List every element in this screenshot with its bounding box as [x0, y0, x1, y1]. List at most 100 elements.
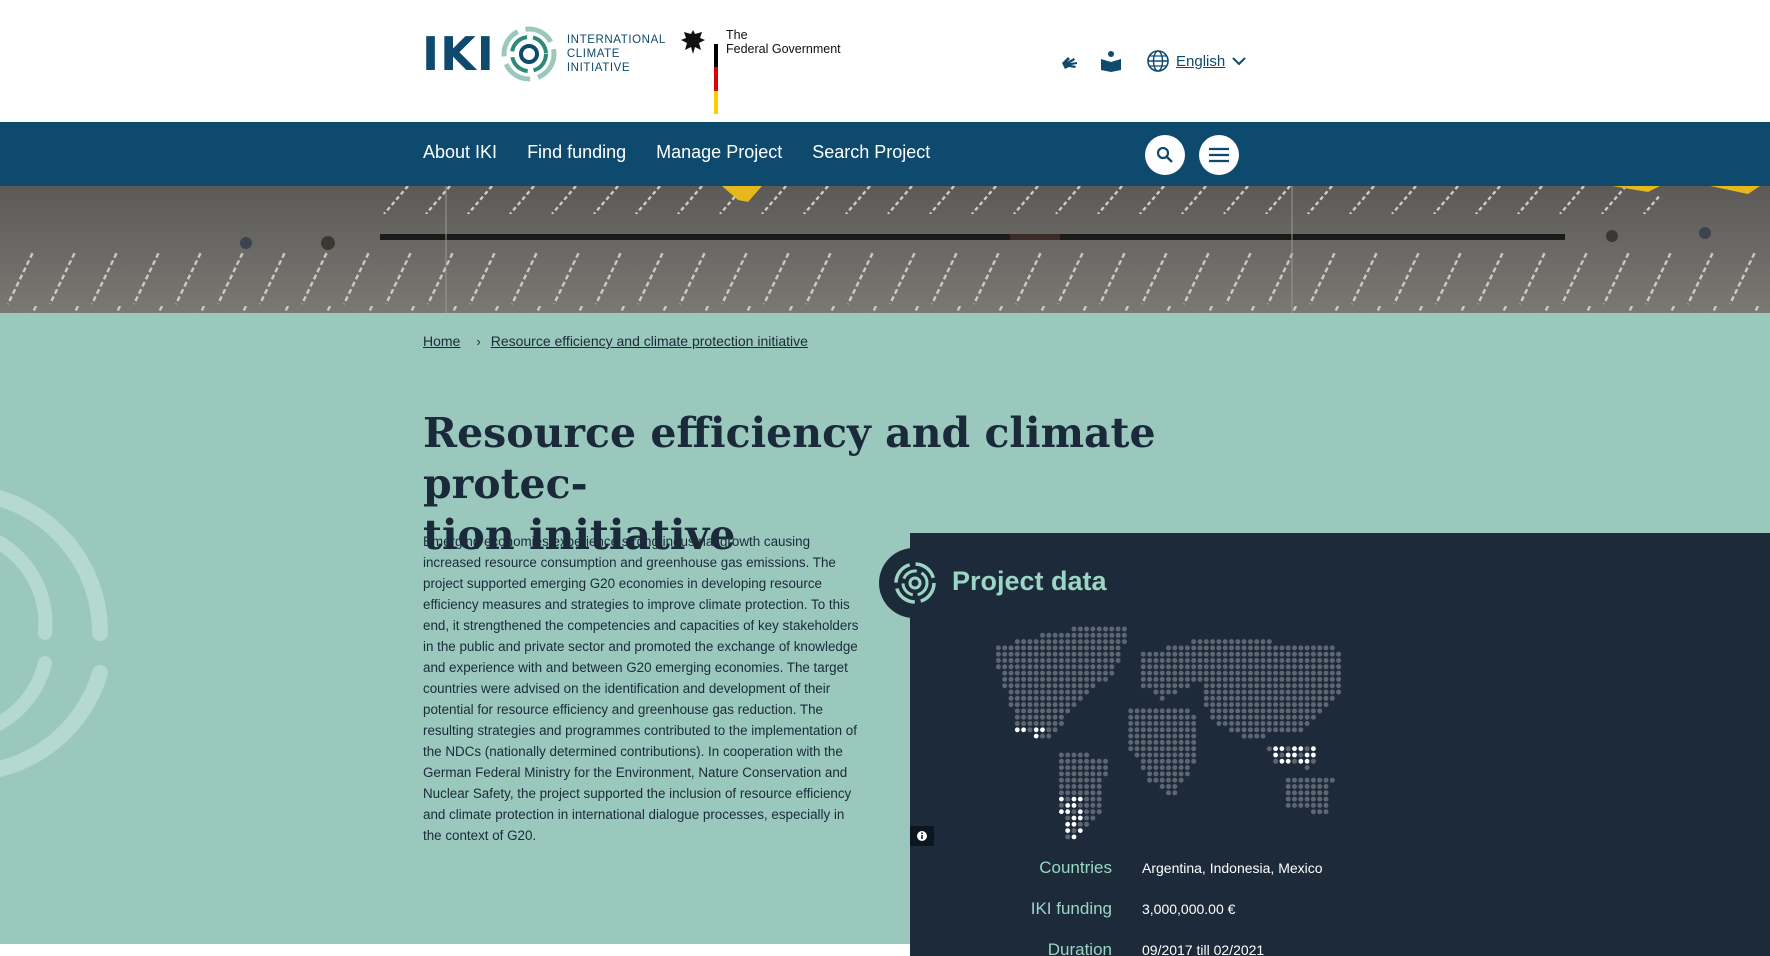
search-button[interactable]	[1145, 135, 1185, 175]
map-dot	[1191, 752, 1197, 758]
map-dot	[1077, 683, 1083, 689]
map-dot-highlight	[1077, 809, 1083, 815]
map-dot	[1071, 670, 1077, 676]
map-dot	[1323, 777, 1329, 783]
map-dot	[1058, 752, 1064, 758]
map-dot	[1058, 708, 1064, 714]
map-dot	[1140, 727, 1146, 733]
map-dot	[1008, 651, 1014, 657]
map-dot	[1128, 746, 1134, 752]
map-dot	[1140, 683, 1146, 689]
map-dot	[1323, 695, 1329, 701]
map-dot	[1071, 828, 1077, 834]
map-dot	[1159, 714, 1165, 720]
map-dot	[1046, 645, 1052, 651]
map-dot	[1241, 645, 1247, 651]
breadcrumb-home[interactable]: Home	[423, 333, 460, 349]
map-dot	[1222, 658, 1228, 663]
map-dot	[1235, 721, 1241, 726]
map-dot	[1197, 639, 1203, 645]
map-dot	[1310, 802, 1316, 808]
map-dot	[1292, 683, 1297, 689]
map-dot	[1298, 784, 1304, 789]
map-dot	[1058, 771, 1064, 777]
map-dot	[1153, 746, 1159, 752]
map-dot	[1273, 670, 1279, 676]
map-dot	[1235, 702, 1241, 708]
map-dot	[1184, 733, 1190, 739]
map-dot	[1147, 771, 1153, 777]
iki-logo[interactable]: IKI INTERNATIONAL CLIMATE INITIATIVE	[422, 26, 666, 82]
sign-language-icon[interactable]	[1058, 48, 1084, 74]
map-dot	[1096, 796, 1102, 802]
map-dot	[1065, 834, 1071, 840]
map-dot	[1134, 746, 1140, 752]
map-dot	[1254, 658, 1260, 663]
map-dot	[1166, 739, 1171, 745]
map-dot	[1241, 721, 1247, 726]
map-dot	[1058, 695, 1064, 701]
map-dot	[1260, 664, 1266, 670]
map-dot	[1172, 784, 1178, 789]
map-dot	[1266, 746, 1272, 752]
map-dot	[1159, 746, 1165, 752]
map-dot	[1298, 651, 1304, 657]
map-dot	[1317, 664, 1323, 670]
map-dot	[1084, 790, 1090, 796]
map-dot	[1235, 651, 1241, 657]
map-dot	[1304, 645, 1310, 651]
map-dot	[1096, 658, 1102, 663]
map-dot	[1065, 664, 1071, 670]
project-data-badge	[879, 548, 949, 618]
map-dot	[1317, 790, 1323, 796]
map-dot	[1184, 765, 1190, 771]
map-dot	[1040, 651, 1045, 657]
map-dot	[1247, 651, 1253, 657]
nav-item-find-funding[interactable]: Find funding	[527, 142, 626, 163]
nav-item-manage-project[interactable]: Manage Project	[656, 142, 782, 163]
map-dot	[1147, 758, 1153, 764]
map-dot	[1140, 651, 1146, 657]
menu-button[interactable]	[1199, 135, 1239, 175]
nav-item-search-project[interactable]: Search Project	[812, 142, 930, 163]
map-dot	[1241, 702, 1247, 708]
language-selector[interactable]: English	[1146, 49, 1247, 73]
federal-government-logo[interactable]: The Federal Government	[680, 28, 841, 114]
map-dot	[1184, 739, 1190, 745]
map-dot	[1317, 689, 1323, 695]
map-dot	[1052, 702, 1058, 708]
map-dot	[1159, 771, 1165, 777]
map-dot	[1065, 784, 1071, 789]
map-dot	[1178, 714, 1184, 720]
map-dot	[1077, 676, 1083, 682]
breadcrumb-current[interactable]: Resource efficiency and climate protecti…	[491, 333, 808, 349]
nav-item-about-iki[interactable]: About IKI	[423, 142, 497, 163]
map-dot	[1317, 796, 1323, 802]
map-dot	[1247, 683, 1253, 689]
map-dot	[1090, 771, 1096, 777]
map-dot	[1323, 683, 1329, 689]
language-label[interactable]: English	[1176, 53, 1225, 70]
map-dot	[1222, 639, 1228, 645]
map-dot	[1197, 645, 1203, 651]
map-dot	[1159, 683, 1165, 689]
map-dot	[1052, 670, 1058, 676]
map-dot	[1058, 651, 1064, 657]
map-dot	[1140, 721, 1146, 726]
map-dot	[1310, 796, 1316, 802]
map-dot	[1254, 683, 1260, 689]
map-dot	[1279, 689, 1285, 695]
easy-language-icon[interactable]	[1098, 48, 1124, 74]
map-dot	[1285, 796, 1291, 802]
map-dot	[1336, 658, 1342, 663]
map-dot	[995, 664, 1001, 670]
map-dot	[1285, 695, 1291, 701]
map-info-button[interactable]	[910, 826, 934, 846]
map-dot	[1052, 689, 1058, 695]
map-dot	[1310, 809, 1316, 815]
map-dot	[1153, 765, 1159, 771]
map-dot	[1178, 752, 1184, 758]
map-dot	[1310, 695, 1316, 701]
map-dot	[1254, 714, 1260, 720]
map-dot	[1222, 695, 1228, 701]
